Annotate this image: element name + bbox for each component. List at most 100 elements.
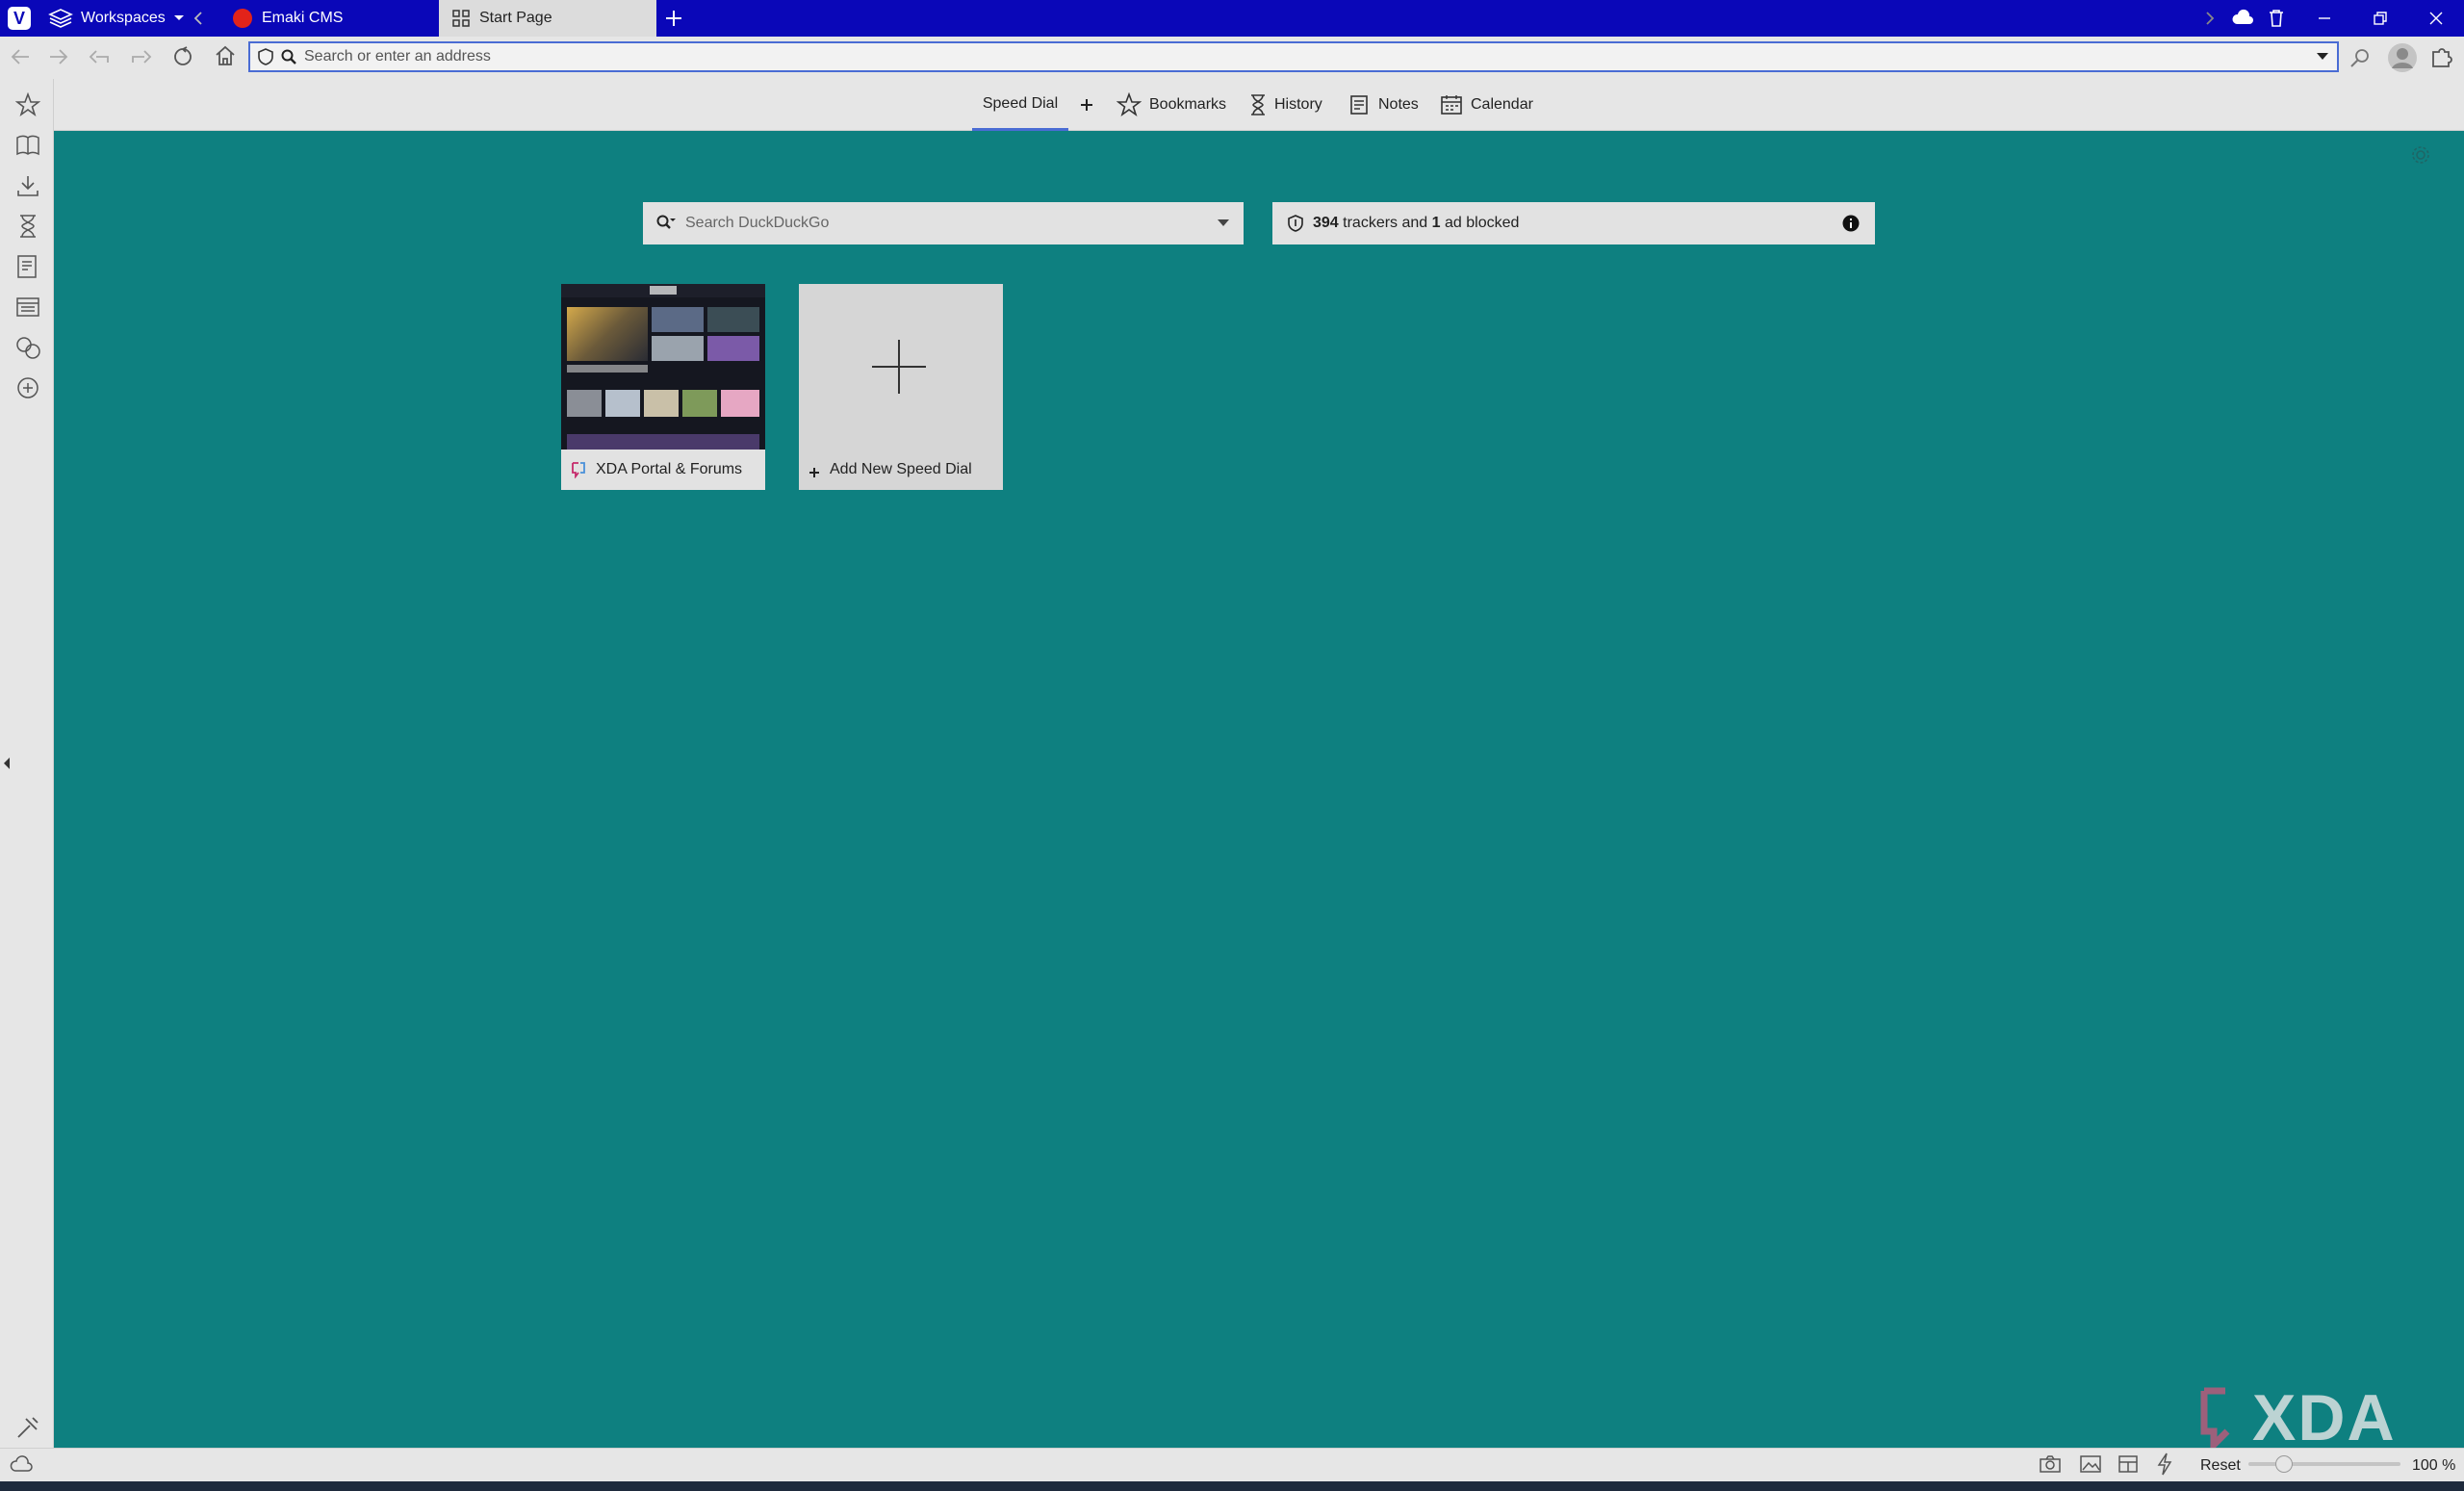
panel-notes-button[interactable] xyxy=(15,254,40,279)
shield-icon xyxy=(1288,215,1303,232)
speed-dial-label: Speed Dial xyxy=(982,94,1059,112)
add-new-speed-dial[interactable]: Add New Speed Dial xyxy=(799,284,1003,490)
calendar-label: Calendar xyxy=(1471,96,1533,113)
panel-history-button[interactable] xyxy=(15,214,40,239)
calendar-icon xyxy=(1441,95,1462,115)
add-speed-dial-group-button[interactable] xyxy=(1080,79,1093,131)
panel-settings-button[interactable] xyxy=(15,1415,40,1440)
star-icon xyxy=(15,92,40,117)
notes-label: Notes xyxy=(1378,96,1419,113)
fast-forward-button[interactable] xyxy=(129,47,152,66)
images-toggle-button[interactable] xyxy=(2079,1454,2102,1474)
speed-dial-label: XDA Portal & Forums xyxy=(561,450,765,490)
chevron-down-icon xyxy=(1218,219,1229,226)
workspaces-button[interactable]: Workspaces xyxy=(48,0,185,37)
back-button[interactable] xyxy=(10,47,31,66)
new-tab-button[interactable] xyxy=(664,9,683,28)
notes-icon xyxy=(17,255,37,278)
dropdown-arrow-icon xyxy=(2317,53,2328,60)
tracker-count: 394 xyxy=(1313,215,1339,231)
tab-label: Start Page xyxy=(479,10,552,26)
panel-bookmarks-button[interactable] xyxy=(15,92,40,117)
panel-window-button[interactable] xyxy=(15,295,40,320)
trash-icon xyxy=(2270,10,2283,27)
emaki-favicon xyxy=(233,9,252,28)
tabs-scroll-right-button[interactable] xyxy=(2204,11,2216,26)
forward-button[interactable] xyxy=(48,47,69,66)
speed-dial-search-field[interactable]: Search DuckDuckGo xyxy=(643,202,1244,244)
lightning-icon xyxy=(2157,1452,2172,1476)
reload-icon xyxy=(174,46,192,65)
close-button[interactable] xyxy=(2408,0,2464,37)
panel-translate-button[interactable] xyxy=(15,335,40,360)
arrow-right-icon xyxy=(50,49,68,64)
address-bar[interactable]: Search or enter an address xyxy=(248,41,2339,72)
taskbar-edge xyxy=(0,1481,2464,1491)
zoom-level: 100 % xyxy=(2412,1457,2455,1475)
tracker-blocker-summary[interactable]: 394 trackers and 1 ad blocked xyxy=(1272,202,1875,244)
reload-button[interactable] xyxy=(171,45,194,68)
profile-button[interactable] xyxy=(2387,42,2418,73)
sync-button[interactable] xyxy=(2231,9,2254,26)
address-input[interactable]: Search or enter an address xyxy=(304,48,2308,65)
xda-bracket-logo xyxy=(2200,1387,2230,1449)
tracker-text-2: ad blocked xyxy=(1445,215,1520,231)
zoom-slider[interactable] xyxy=(2248,1455,2400,1473)
restore-button[interactable] xyxy=(2352,0,2408,37)
xda-watermark: XDA xyxy=(2198,1380,2397,1455)
minimize-icon xyxy=(2319,17,2330,19)
large-plus-icon xyxy=(872,340,926,394)
chevron-left-icon xyxy=(193,12,202,25)
tab-calendar[interactable]: Calendar xyxy=(1440,79,1533,131)
page-tiling-button[interactable] xyxy=(2118,1454,2139,1474)
tracker-summary-text: 394 trackers and 1 ad blocked xyxy=(1313,215,1833,232)
panel-reading-list-button[interactable] xyxy=(15,133,40,158)
zoom-reset-button[interactable]: Reset xyxy=(2200,1457,2241,1475)
page-actions-button[interactable] xyxy=(2156,1452,2173,1476)
chevron-right-icon xyxy=(2206,12,2215,25)
tabs-scroll-left-button[interactable] xyxy=(192,11,204,26)
rewind-icon xyxy=(89,50,109,64)
tracker-text-1: trackers and xyxy=(1343,215,1428,231)
tab-notes[interactable]: Notes xyxy=(1349,79,1419,131)
panel-web-panel-button[interactable] xyxy=(15,375,40,400)
tab-emaki-cms[interactable]: Emaki CMS xyxy=(219,0,437,37)
home-icon xyxy=(216,45,235,65)
start-page-settings-button[interactable] xyxy=(2410,144,2431,166)
panel-toggle-button[interactable] xyxy=(2,757,12,770)
speed-dial-label: Add New Speed Dial xyxy=(799,450,1003,490)
speed-dial-title: Add New Speed Dial xyxy=(830,461,972,477)
hourglass-icon xyxy=(20,215,36,238)
avatar-icon xyxy=(2388,43,2417,72)
tools-icon xyxy=(17,1417,38,1438)
speed-dial-xda[interactable]: XDA Portal & Forums xyxy=(561,284,765,490)
zoom-slider-thumb[interactable] xyxy=(2275,1455,2293,1473)
tab-start-page[interactable]: Start Page xyxy=(439,0,656,37)
info-icon[interactable] xyxy=(1842,215,1860,232)
window-panel-icon xyxy=(16,297,39,317)
panel-downloads-button[interactable] xyxy=(15,173,40,198)
cloud-icon xyxy=(10,1455,33,1472)
capture-button[interactable] xyxy=(2039,1454,2062,1474)
workspaces-label: Workspaces xyxy=(81,10,166,26)
cloud-icon xyxy=(2232,9,2253,24)
vivaldi-menu-button[interactable]: V xyxy=(8,7,31,30)
extensions-button[interactable] xyxy=(2429,44,2454,69)
camera-icon xyxy=(2040,1455,2061,1473)
speed-dial-title: XDA Portal & Forums xyxy=(596,461,743,477)
rewind-button[interactable] xyxy=(89,47,112,66)
minimize-button[interactable] xyxy=(2297,0,2352,37)
home-button[interactable] xyxy=(214,44,237,67)
tab-bookmarks[interactable]: Bookmarks xyxy=(1116,79,1226,131)
tab-bar: V Workspaces Emaki CMS Start Page xyxy=(0,0,2464,37)
search-tool-button[interactable] xyxy=(2348,46,2372,69)
search-input[interactable]: Search DuckDuckGo xyxy=(685,215,1207,232)
sync-status-button[interactable] xyxy=(10,1455,33,1473)
arrow-left-icon xyxy=(11,49,29,64)
xda-favicon xyxy=(572,462,585,478)
trash-button[interactable] xyxy=(2268,9,2285,28)
plus-icon xyxy=(666,11,681,26)
image-icon xyxy=(2080,1455,2101,1473)
tab-speed-dial[interactable]: Speed Dial xyxy=(972,79,1068,131)
tab-history[interactable]: History xyxy=(1249,79,1322,131)
